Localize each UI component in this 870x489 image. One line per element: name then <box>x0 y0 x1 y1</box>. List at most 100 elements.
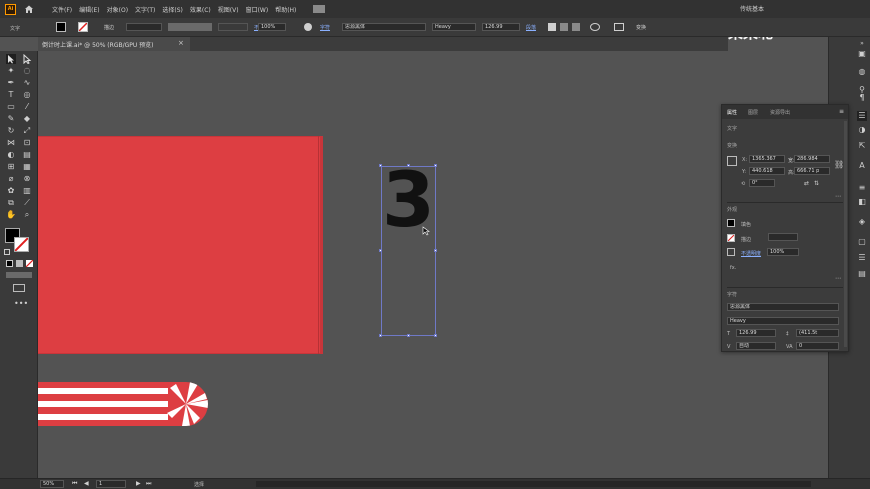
fx-label[interactable]: fx. <box>730 265 736 271</box>
artboards-panel-icon[interactable]: ▢ <box>857 237 867 247</box>
magic-wand-tool-icon[interactable]: ✦ <box>6 66 16 76</box>
properties-panel-icon[interactable]: ☰ <box>857 111 867 121</box>
eraser-tool-icon[interactable]: ◆ <box>22 114 32 124</box>
menu-effect[interactable]: 效果(C) <box>190 5 211 14</box>
first-artboard-icon[interactable]: ⏮ <box>72 480 77 488</box>
width-field[interactable]: 286.984 <box>794 155 830 163</box>
width-tool-icon[interactable]: ⋈ <box>6 138 16 148</box>
last-artboard-icon[interactable]: ⏭ <box>146 480 151 488</box>
kerning-field[interactable]: 自动 <box>736 342 776 350</box>
tab-asset-export[interactable]: 资源导出 <box>770 109 790 116</box>
reference-point-icon[interactable] <box>727 156 737 166</box>
red-rectangle[interactable] <box>38 136 323 354</box>
color-panel-icon[interactable]: ▣ <box>857 49 867 59</box>
selection-handle-tl[interactable] <box>379 164 382 167</box>
selection-handle-bl[interactable] <box>379 334 382 337</box>
menu-select[interactable]: 选择(S) <box>162 5 183 14</box>
align-right-icon[interactable] <box>572 23 580 31</box>
selection-tool-icon[interactable] <box>6 54 16 64</box>
stroke-swatch[interactable] <box>727 234 735 242</box>
opacity-field[interactable]: 100% <box>258 23 286 31</box>
flip-horizontal-icon[interactable]: ⇄ <box>804 180 809 187</box>
hand-tool-icon[interactable]: ✋ <box>6 210 16 220</box>
rotate-tool-icon[interactable]: ↻ <box>6 126 16 136</box>
eyedropper-tool-icon[interactable]: ⌀ <box>6 174 16 184</box>
stroke-color-box[interactable] <box>14 237 29 252</box>
mesh-tool-icon[interactable]: ▦ <box>22 162 32 172</box>
selection-handle-ml[interactable] <box>379 249 382 252</box>
menu-object[interactable]: 对象(O) <box>107 5 128 14</box>
menu-file[interactable]: 文件(F) <box>52 5 72 14</box>
paintbrush-tool-icon[interactable]: ⁄ <box>22 102 32 112</box>
tracking-field[interactable]: 0 <box>796 342 839 350</box>
y-field[interactable]: 440.618 <box>749 167 785 175</box>
opacity-label[interactable]: 不透明度 <box>741 250 761 257</box>
direct-selection-tool-icon[interactable] <box>22 53 32 65</box>
export-panel-icon[interactable]: ⇱ <box>857 141 867 151</box>
shape-builder-tool-icon[interactable]: ◐ <box>6 150 16 160</box>
artboard-number-field[interactable]: 1 <box>96 480 126 488</box>
scale-tool-icon[interactable]: ⤢ <box>22 126 32 136</box>
gradient-panel-icon[interactable]: ▤ <box>857 269 867 279</box>
paragraph-label[interactable]: 段落 <box>526 24 536 31</box>
symbol-sprayer-tool-icon[interactable]: ✿ <box>6 186 16 196</box>
tab-layers[interactable]: 图层 <box>748 109 758 116</box>
close-tab-icon[interactable]: × <box>178 39 184 47</box>
none-mode-icon[interactable] <box>25 259 34 268</box>
rectangle-tool-icon[interactable]: ▭ <box>6 102 16 112</box>
selection-handle-mr[interactable] <box>434 249 437 252</box>
panel-scrollbar[interactable] <box>844 121 847 347</box>
artboard-tool-icon[interactable]: ⧉ <box>6 198 16 208</box>
character-label[interactable]: 字符 <box>320 24 330 31</box>
arrange-documents-icon[interactable] <box>313 5 326 13</box>
align-left-icon[interactable] <box>548 23 556 31</box>
slice-tool-icon[interactable]: ⟋ <box>22 198 32 208</box>
leading-field[interactable]: (411.5t <box>796 329 839 337</box>
fill-swatch[interactable] <box>727 219 735 227</box>
home-icon[interactable] <box>24 4 34 14</box>
menu-type[interactable]: 文字(T) <box>135 5 155 14</box>
menu-edit[interactable]: 编辑(E) <box>79 5 99 14</box>
striped-pill-shape[interactable] <box>38 382 208 426</box>
next-artboard-icon[interactable]: ▶ <box>136 480 141 487</box>
recolor-icon[interactable] <box>304 23 312 31</box>
brush-definition[interactable] <box>218 23 248 31</box>
color-mode-icon[interactable] <box>6 260 13 267</box>
lasso-tool-icon[interactable]: ◌ <box>22 66 32 76</box>
font-size-field[interactable]: 126.99 <box>736 329 776 337</box>
paragraph-panel-icon[interactable]: ¶ <box>857 93 867 103</box>
default-colors-icon[interactable] <box>4 249 10 255</box>
zoom-tool-icon[interactable]: ⌕ <box>22 210 32 220</box>
rotate-field[interactable]: 0° <box>749 179 775 187</box>
font-style-field[interactable]: Heavy <box>432 23 476 31</box>
pathfinder-panel-icon[interactable]: ◧ <box>857 197 867 207</box>
selection-handle-bm[interactable] <box>407 334 410 337</box>
workspace-switcher[interactable]: 传统基本 <box>740 4 764 13</box>
prev-artboard-icon[interactable]: ◀ <box>84 480 89 487</box>
stroke-panel-icon[interactable]: ☰ <box>857 253 867 263</box>
font-style-field[interactable]: Heavy <box>727 317 839 325</box>
more-appearance-icon[interactable]: ⋯ <box>835 275 841 282</box>
align-center-icon[interactable] <box>560 23 568 31</box>
swatches-panel-icon[interactable]: ◍ <box>857 67 867 77</box>
status-mode-text[interactable]: 选择 <box>194 481 204 488</box>
more-options-icon[interactable]: ⋯ <box>835 193 841 200</box>
flip-vertical-icon[interactable]: ⇅ <box>814 180 819 187</box>
type-tool-icon[interactable]: T <box>6 90 16 100</box>
selection-handle-tm[interactable] <box>407 164 410 167</box>
free-transform-tool-icon[interactable]: ⊡ <box>22 138 32 148</box>
panel-collapse-icon[interactable]: » <box>857 39 867 49</box>
pen-tool-icon[interactable]: ✒ <box>6 78 16 88</box>
selection-handle-br[interactable] <box>434 334 437 337</box>
variable-width-profile[interactable] <box>168 23 212 31</box>
screen-mode-icon[interactable] <box>13 284 25 292</box>
tab-properties[interactable]: 属性 <box>727 109 737 116</box>
height-field[interactable]: 666.71 p <box>794 167 830 175</box>
selection-handle-tr[interactable] <box>434 164 437 167</box>
menu-help[interactable]: 帮助(H) <box>275 5 296 14</box>
transform-label[interactable]: 变换 <box>636 24 646 31</box>
align-panel-icon[interactable]: ≡ <box>857 183 867 193</box>
align-objects-icon[interactable] <box>614 23 624 31</box>
column-graph-tool-icon[interactable]: ▥ <box>22 186 32 196</box>
fill-swatch[interactable] <box>56 22 66 32</box>
